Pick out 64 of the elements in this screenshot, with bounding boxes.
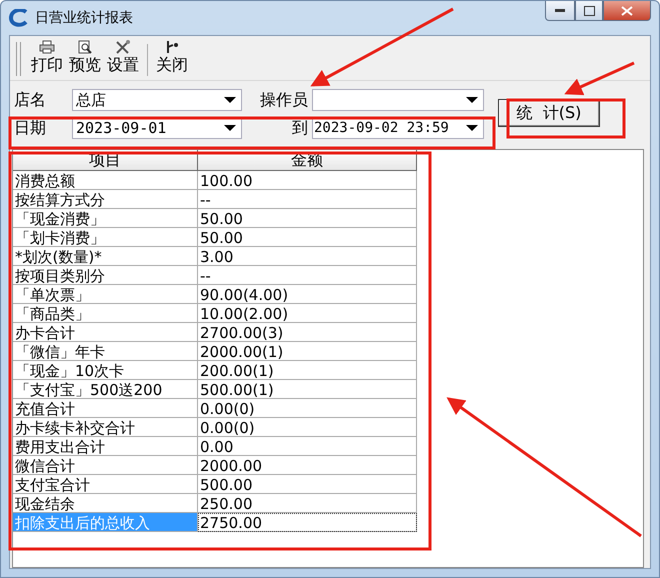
dropdown-arrow-icon[interactable] xyxy=(223,124,237,132)
close-icon xyxy=(621,6,633,16)
table-cell: *划次(数量)* xyxy=(13,247,198,266)
dropdown-arrow-icon[interactable] xyxy=(223,96,237,104)
table-cell: 50.00 xyxy=(198,209,417,228)
table-cell: 2000.00 xyxy=(198,456,417,475)
table-cell: 「商品类」 xyxy=(13,304,198,323)
table-cell: 500.00(1) xyxy=(198,380,417,399)
close-button[interactable] xyxy=(603,1,651,21)
table-cell: 「现金消费」 xyxy=(13,209,198,228)
dropdown-arrow-icon[interactable] xyxy=(465,124,479,132)
maximize-button[interactable] xyxy=(575,1,603,21)
table-cell: 办卡合计 xyxy=(13,323,198,342)
table-cell: 0.00(0) xyxy=(198,418,417,437)
printer-icon xyxy=(39,40,55,54)
maximize-icon xyxy=(584,6,594,16)
tools-icon xyxy=(115,40,131,54)
table-cell: 费用支出合计 xyxy=(13,437,198,456)
table-cell: 现金结余 xyxy=(13,494,198,513)
table-cell: 按结算方式分 xyxy=(13,190,198,209)
store-dropdown[interactable]: 总店 xyxy=(72,89,242,111)
table-cell: 90.00(4.00) xyxy=(198,285,417,304)
table-cell: 0.00(0) xyxy=(198,399,417,418)
toolbar-button[interactable]: 关闭 xyxy=(154,40,190,76)
exit-icon xyxy=(165,40,179,54)
field-label: 店名 xyxy=(14,90,47,110)
field-label: 到 xyxy=(291,118,309,138)
table-cell: 50.00 xyxy=(198,228,417,247)
table-cell: 「划卡消费」 xyxy=(13,228,198,247)
table-cell: 按项目类别分 xyxy=(13,266,198,285)
table-cell: 办卡续卡补交合计 xyxy=(13,418,198,437)
table-cell: 消费总额 xyxy=(13,171,198,190)
table-cell: 200.00(1) xyxy=(198,361,417,380)
annotation-arrow xyxy=(564,62,635,96)
table-cell: 「微信」年卡 xyxy=(13,342,198,361)
magnifier-page-icon xyxy=(77,40,93,54)
table-cell: 微信合计 xyxy=(13,456,198,475)
table-cell: 250.00 xyxy=(198,494,417,513)
table-cell: 2700.00(3) xyxy=(198,323,417,342)
table-cell: 3.00 xyxy=(198,247,417,266)
table-cell: 0.00 xyxy=(198,437,417,456)
app-logo-icon xyxy=(9,9,29,27)
table-cell: 2000.00(1) xyxy=(198,342,417,361)
minimize-icon xyxy=(555,8,565,12)
table-cell: 500.00 xyxy=(198,475,417,494)
toolbar-button[interactable]: 打印 xyxy=(29,40,65,76)
field-label: 日期 xyxy=(14,118,47,138)
table-cell: 「现金」10次卡 xyxy=(13,361,198,380)
toolbar-button[interactable]: 设置 xyxy=(105,40,141,76)
table-cell: -- xyxy=(198,266,417,285)
window-title: 日营业统计报表 xyxy=(35,9,133,27)
table-cell: 2750.00 xyxy=(198,513,417,532)
table-cell: 「支付宝」500送200 xyxy=(13,380,198,399)
toolbar-button[interactable]: 预览 xyxy=(67,40,103,76)
table-cell: 充值合计 xyxy=(13,399,198,418)
table-cell: 支付宝合计 xyxy=(13,475,198,494)
table-cell: 扣除支出后的总收入 xyxy=(13,513,198,532)
dropdown-arrow-icon[interactable] xyxy=(465,96,479,104)
table-cell: 10.00(2.00) xyxy=(198,304,417,323)
table-cell: 100.00 xyxy=(198,171,417,190)
minimize-button[interactable] xyxy=(545,1,575,21)
field-label: 操作员 xyxy=(259,90,309,110)
table-cell: 「单次票」 xyxy=(13,285,198,304)
table-cell: -- xyxy=(198,190,417,209)
